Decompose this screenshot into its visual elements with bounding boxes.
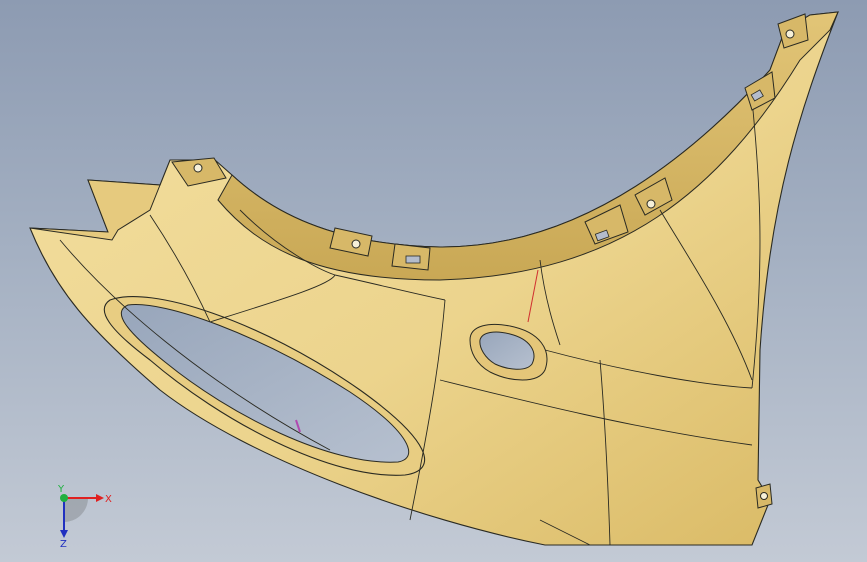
z-axis-label: Z xyxy=(60,539,67,548)
3d-viewport[interactable]: X Y Z xyxy=(0,0,867,562)
triad-shadow xyxy=(64,498,88,522)
y-axis-label: Y xyxy=(57,484,65,495)
z-axis-arrow xyxy=(60,530,68,538)
x-axis-label: X xyxy=(105,494,112,505)
y-axis-dot xyxy=(60,494,68,502)
fender-model[interactable] xyxy=(0,0,867,562)
axis-triad[interactable]: X Y Z xyxy=(44,478,114,548)
x-axis-arrow xyxy=(96,494,104,502)
